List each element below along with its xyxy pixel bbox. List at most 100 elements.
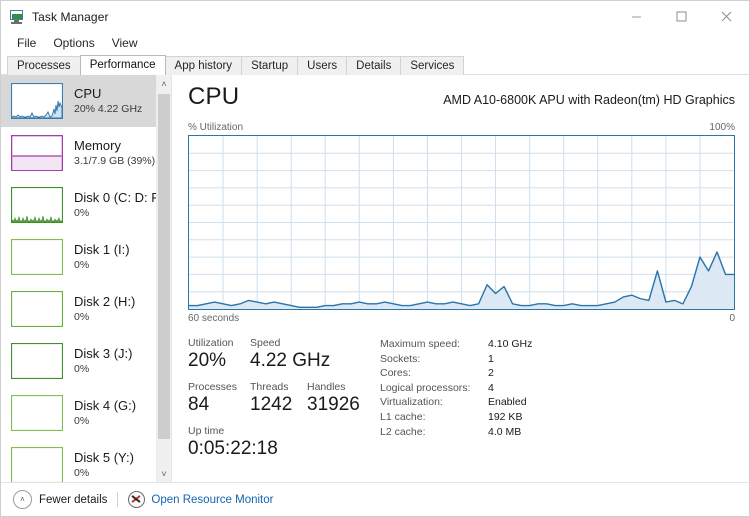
stat-processes: Processes 84 [188,381,250,416]
stat-label: Speed [250,337,281,349]
disk3-sparkline [11,343,63,379]
stats-area: Utilization 20% Speed 4.22 GHz Processes… [188,337,735,460]
scroll-up-icon[interactable]: ˄ [157,75,171,92]
tab-services[interactable]: Services [400,56,465,75]
content-area: CPU 20% 4.22 GHz Memory 3.1/7.9 GB (39%) [1,75,749,482]
spec-row: Cores: 2 [380,366,735,381]
maximize-button[interactable] [659,1,704,32]
sidebar-item-disk-4[interactable]: Disk 4 (G:) 0% [1,387,171,439]
sidebar-item-disk-2[interactable]: Disk 2 (H:) 0% [1,283,171,335]
open-resource-monitor-link[interactable]: Open Resource Monitor [151,494,273,506]
task-manager-icon [9,9,25,25]
spec-label: Sockets: [380,352,421,365]
disk2-sparkline [11,291,63,327]
stats-row-1: Utilization 20% Speed 4.22 GHz [188,337,368,372]
y-axis-label: % Utilization [188,122,244,133]
tab-details[interactable]: Details [346,56,402,75]
sidebar-disk0-text: Disk 0 (C: D: F:) 0% [74,191,167,219]
x-axis-min: 0 [729,313,735,324]
sidebar-item-label: Disk 4 (G:) [74,398,137,414]
sidebar-item-disk-3[interactable]: Disk 3 (J:) 0% [1,335,171,387]
stat-label: Up time [188,424,225,437]
sidebar-item-sub: 0% [74,414,90,427]
sidebar-item-cpu[interactable]: CPU 20% 4.22 GHz [1,75,171,127]
performance-panel: CPU AMD A10-6800K APU with Radeon(tm) HD… [172,75,749,482]
tab-strip: Processes Performance App history Startu… [1,54,749,75]
sidebar-item-label: Disk 1 (I:) [74,242,130,258]
disk5-sparkline [11,447,63,482]
sidebar-scrollbar[interactable]: ˄ ˅ [156,75,171,482]
scroll-down-icon[interactable]: ˅ [157,465,171,482]
cpu-utilization-graph[interactable] [188,135,735,310]
stat-threads: Threads 1242 [250,381,307,416]
menu-view[interactable]: View [104,34,147,53]
sidebar-item-label: Disk 2 (H:) [74,294,136,310]
stat-label: Handles [307,380,346,393]
tab-app-history[interactable]: App history [164,56,243,75]
sidebar-item-memory[interactable]: Memory 3.1/7.9 GB (39%) [1,127,171,179]
close-button[interactable] [704,1,749,32]
sidebar-item-disk-5[interactable]: Disk 5 (Y:) 0% [1,439,171,482]
spec-value: 4.0 MB [488,425,522,438]
spec-label: Virtualization: [380,396,443,409]
tab-processes[interactable]: Processes [7,56,81,75]
sidebar-item-sub: 0% [74,362,90,375]
tab-startup[interactable]: Startup [241,56,299,75]
scrollbar-track[interactable] [157,92,171,465]
fewer-details-button[interactable]: Fewer details [39,494,107,506]
minimize-button[interactable] [614,1,659,32]
disk4-sparkline [11,395,63,431]
sidebar-item-disk-1[interactable]: Disk 1 (I:) 0% [1,231,171,283]
spec-row: L1 cache: 192 KB [380,410,735,425]
sidebar-item-disk-0[interactable]: Disk 0 (C: D: F:) 0% [1,179,171,231]
stat-value: 31926 [307,393,360,415]
chevron-up-icon[interactable]: ˄ [13,490,32,509]
sidebar-item-label: CPU [74,86,102,102]
status-bar: ˄ Fewer details Open Resource Monitor [1,482,749,516]
stat-label: Processes [188,380,238,393]
sidebar-disk5-text: Disk 5 (Y:) 0% [74,451,134,479]
stat-utilization: Utilization 20% [188,337,250,372]
stats-row-3: Up time 0:05:22:18 [188,425,368,460]
resource-sidebar: CPU 20% 4.22 GHz Memory 3.1/7.9 GB (39%) [1,75,172,482]
spec-value: 4.10 GHz [488,338,533,350]
scrollbar-thumb[interactable] [158,94,170,439]
stat-uptime: Up time 0:05:22:18 [188,425,278,460]
tab-performance[interactable]: Performance [79,55,166,75]
panel-header: CPU AMD A10-6800K APU with Radeon(tm) HD… [188,83,735,111]
y-axis-max: 100% [709,122,735,133]
spec-label: Logical processors: [380,381,471,394]
stat-handles: Handles 31926 [307,381,360,416]
disk0-sparkline [11,187,63,223]
spec-label: Cores: [380,367,411,380]
sidebar-memory-text: Memory 3.1/7.9 GB (39%) [74,139,155,167]
tab-users[interactable]: Users [297,56,348,75]
menu-options[interactable]: Options [45,34,103,53]
menu-file[interactable]: File [9,34,45,53]
spec-label: L2 cache: [380,425,426,438]
cpu-model-label: AMD A10-6800K APU with Radeon(tm) HD Gra… [443,93,735,107]
stats-secondary: Maximum speed: 4.10 GHz Sockets: 1 Cores… [380,337,735,460]
spec-value: Enabled [488,396,527,409]
spec-row: Virtualization: Enabled [380,395,735,410]
stat-value: 20% [188,350,227,371]
stats-row-2: Processes 84 Threads 1242 Handles 31926 [188,381,368,416]
stat-value: 4.22 GHz [250,350,331,371]
spec-value: 1 [488,352,494,365]
sidebar-item-label: Disk 5 (Y:) [74,450,134,466]
sidebar-item-label: Disk 3 (J:) [74,346,133,362]
sidebar-disk2-text: Disk 2 (H:) 0% [74,295,135,323]
stat-value: 0:05:22:18 [188,437,278,459]
title-bar: Task Manager [1,1,749,32]
cpu-sparkline [11,83,63,119]
memory-sparkline [11,135,63,171]
stat-speed: Speed 4.22 GHz [250,337,330,372]
spec-label: L1 cache: [380,410,426,423]
menu-bar: File Options View [1,32,749,54]
spec-row: Logical processors: 4 [380,381,735,396]
spec-value: 2 [488,367,494,380]
x-axis-label: 60 seconds [188,313,240,324]
window-title: Task Manager [32,9,109,24]
sidebar-item-label: Memory [74,138,121,154]
resource-monitor-icon[interactable] [128,491,146,508]
